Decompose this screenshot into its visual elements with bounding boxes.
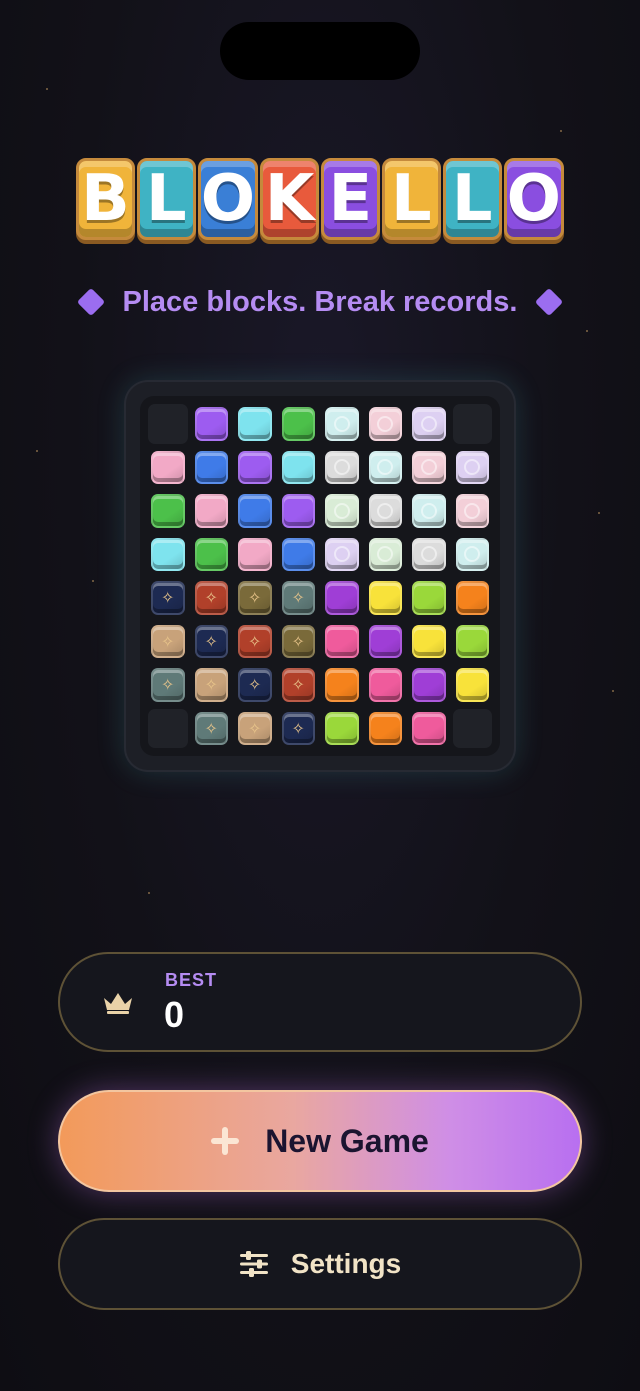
- tagline: Place blocks. Break records.: [0, 280, 640, 324]
- board-block[interactable]: [368, 668, 402, 702]
- board-block[interactable]: [412, 711, 446, 745]
- logo-letter: E: [320, 158, 380, 240]
- board-block[interactable]: [412, 668, 446, 702]
- board-block[interactable]: [325, 450, 359, 484]
- board-cell-empty[interactable]: [148, 708, 188, 748]
- new-game-label: New Game: [265, 1122, 429, 1159]
- board-block[interactable]: [238, 537, 272, 571]
- logo-letter: L: [381, 158, 441, 240]
- game-logo: BLOKELLO: [76, 158, 564, 240]
- board-block[interactable]: [194, 494, 228, 528]
- board-block[interactable]: [325, 668, 359, 702]
- board-block[interactable]: [368, 494, 402, 528]
- board-block[interactable]: [325, 537, 359, 571]
- board-block[interactable]: [151, 668, 185, 702]
- board-block[interactable]: [281, 711, 315, 745]
- board-block[interactable]: [194, 668, 228, 702]
- board-block[interactable]: [151, 581, 185, 615]
- board-block[interactable]: [151, 537, 185, 571]
- board-block[interactable]: [151, 494, 185, 528]
- logo-letter: L: [442, 158, 502, 240]
- board-block[interactable]: [412, 624, 446, 658]
- logo-letter: L: [136, 158, 196, 240]
- camera-notch: [220, 22, 420, 80]
- logo-letter: K: [260, 158, 319, 240]
- best-label: BEST: [165, 970, 218, 990]
- tagline-text: Place blocks. Break records.: [122, 285, 518, 318]
- board-block[interactable]: [238, 494, 272, 528]
- board-block[interactable]: [151, 624, 185, 658]
- sliders-icon: [239, 1251, 268, 1277]
- board-block[interactable]: [194, 450, 228, 484]
- best-score-card: [58, 952, 582, 1052]
- board-block[interactable]: [281, 668, 315, 702]
- board-block[interactable]: [325, 581, 359, 615]
- board-block[interactable]: [281, 407, 315, 441]
- logo-letter: O: [197, 158, 259, 240]
- board-frame: [124, 380, 516, 772]
- board-block[interactable]: [194, 581, 228, 615]
- board-block[interactable]: [455, 581, 489, 615]
- board-block[interactable]: [325, 711, 359, 745]
- logo-letter: B: [76, 158, 135, 240]
- board-block[interactable]: [238, 624, 272, 658]
- board-block[interactable]: [194, 407, 228, 441]
- board-block[interactable]: [412, 450, 446, 484]
- board-block[interactable]: [412, 581, 446, 615]
- game-board[interactable]: [140, 396, 500, 756]
- diamond-icon: [535, 287, 564, 317]
- board-block[interactable]: [368, 537, 402, 571]
- board-block[interactable]: [238, 581, 272, 615]
- settings-button[interactable]: Settings: [58, 1218, 582, 1310]
- board-block[interactable]: [194, 711, 228, 745]
- board-block[interactable]: [281, 581, 315, 615]
- board-block[interactable]: [238, 450, 272, 484]
- board-block[interactable]: [368, 624, 402, 658]
- best-score-value: 0: [164, 994, 185, 1035]
- board-block[interactable]: [455, 624, 489, 658]
- board-block[interactable]: [281, 494, 315, 528]
- board-block[interactable]: [455, 494, 489, 528]
- board-cell-empty[interactable]: [148, 404, 188, 444]
- board-block[interactable]: [455, 537, 489, 571]
- board-block[interactable]: [325, 624, 359, 658]
- board-block[interactable]: [194, 537, 228, 571]
- board-block[interactable]: [368, 450, 402, 484]
- board-block[interactable]: [238, 407, 272, 441]
- board-block[interactable]: [281, 537, 315, 571]
- logo-letter: O: [503, 158, 564, 240]
- board-block[interactable]: [281, 450, 315, 484]
- new-game-button[interactable]: New Game: [58, 1090, 582, 1192]
- board-block[interactable]: [412, 407, 446, 441]
- crown-icon: [104, 993, 132, 1014]
- board-block[interactable]: [325, 494, 359, 528]
- board-block[interactable]: [238, 668, 272, 702]
- board-block[interactable]: [368, 581, 402, 615]
- board-block[interactable]: [281, 624, 315, 658]
- board-block[interactable]: [368, 711, 402, 745]
- board-block[interactable]: [412, 494, 446, 528]
- board-block[interactable]: [194, 624, 228, 658]
- board-block[interactable]: [325, 407, 359, 441]
- settings-label: Settings: [290, 1248, 402, 1279]
- board-block[interactable]: [455, 668, 489, 702]
- board-cell-empty[interactable]: [452, 708, 492, 748]
- board-block[interactable]: [412, 537, 446, 571]
- plus-icon: [211, 1127, 240, 1155]
- board-block[interactable]: [238, 711, 272, 745]
- board-block[interactable]: [368, 407, 402, 441]
- board-block[interactable]: [151, 450, 185, 484]
- diamond-icon: [76, 287, 105, 317]
- board-block[interactable]: [455, 450, 489, 484]
- board-cell-empty[interactable]: [452, 404, 492, 444]
